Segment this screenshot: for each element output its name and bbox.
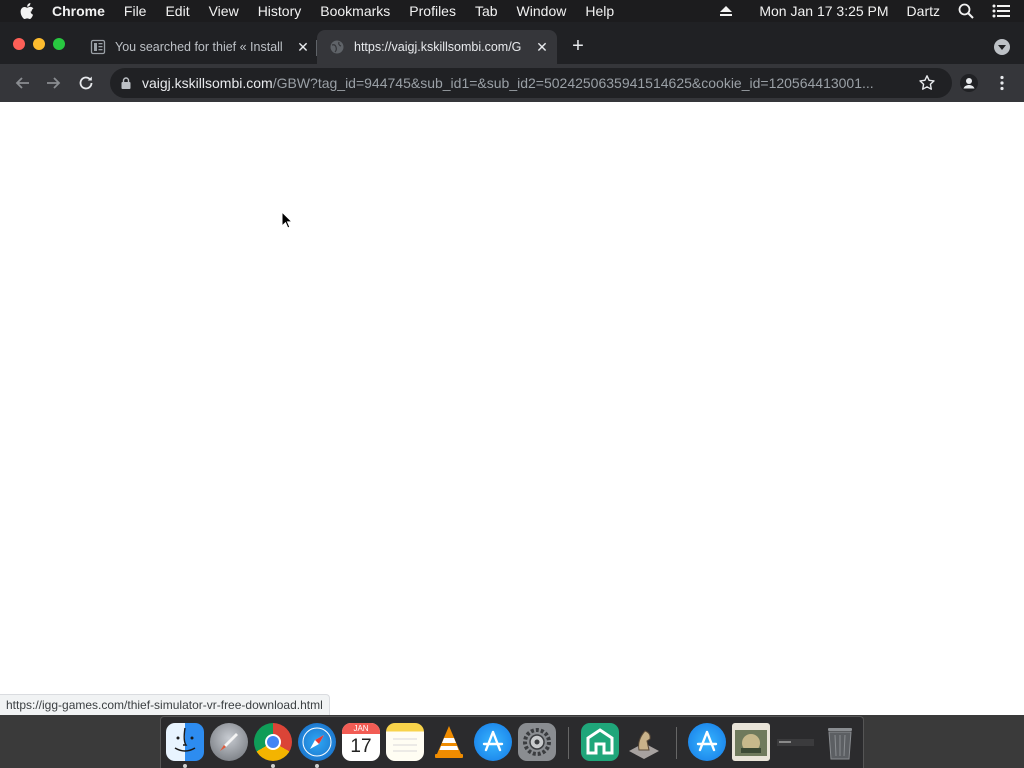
- minimized-window-icon[interactable]: [776, 723, 815, 761]
- tab-title: https://vaigj.kskillsombi.com/G: [354, 40, 522, 54]
- running-indicator: [183, 764, 187, 768]
- clock[interactable]: Mon Jan 17 3:25 PM: [759, 3, 888, 19]
- chrome-menu-button[interactable]: [991, 72, 1013, 94]
- finder-icon[interactable]: [166, 723, 204, 761]
- menu-bookmarks[interactable]: Bookmarks: [320, 3, 390, 19]
- tab-strip: You searched for thief « Install ✕ https…: [0, 22, 1024, 64]
- reload-icon: [79, 76, 93, 90]
- menu-tab[interactable]: Tab: [475, 3, 498, 19]
- url-host: vaigj.kskillsombi.com: [142, 75, 273, 91]
- tab-title: You searched for thief « Install: [115, 40, 283, 54]
- profile-avatar-icon: [960, 74, 978, 92]
- photo-icon[interactable]: [732, 723, 770, 761]
- close-tab-icon[interactable]: ✕: [534, 39, 550, 55]
- new-tab-button[interactable]: +: [568, 36, 588, 57]
- menu-file[interactable]: File: [124, 3, 147, 19]
- mouse-cursor-icon: [281, 211, 293, 229]
- chess-icon[interactable]: [625, 723, 663, 761]
- menu-bar: Chrome File Edit View History Bookmarks …: [0, 0, 1024, 22]
- url-path: /GBW?tag_id=944745&sub_id1=&sub_id2=5024…: [272, 75, 874, 91]
- page-icon: [90, 39, 106, 55]
- close-tab-icon[interactable]: ✕: [295, 39, 311, 55]
- back-button[interactable]: [11, 72, 33, 94]
- system-preferences-icon[interactable]: [518, 723, 556, 761]
- menu-app-chrome[interactable]: Chrome: [52, 3, 105, 19]
- app-store-icon[interactable]: [474, 723, 512, 761]
- vlc-icon[interactable]: [430, 723, 468, 761]
- menu-edit[interactable]: Edit: [165, 3, 189, 19]
- profile-button[interactable]: [958, 72, 980, 94]
- eject-icon[interactable]: [719, 5, 733, 17]
- menu-window[interactable]: Window: [517, 3, 567, 19]
- page-content[interactable]: [0, 102, 1024, 715]
- address-bar[interactable]: vaigj.kskillsombi.com/GBW?tag_id=944745&…: [110, 68, 952, 98]
- launchpad-icon[interactable]: [210, 723, 248, 761]
- notes-icon[interactable]: [386, 723, 424, 761]
- apple-icon[interactable]: [20, 3, 34, 19]
- status-bar-link: https://igg-games.com/thief-simulator-vr…: [0, 694, 330, 715]
- bookmark-star-icon[interactable]: [918, 74, 936, 92]
- forward-button[interactable]: [43, 72, 65, 94]
- minimize-window-button[interactable]: [33, 38, 45, 50]
- close-window-button[interactable]: [13, 38, 25, 50]
- running-indicator: [271, 764, 275, 768]
- menu-profiles[interactable]: Profiles: [409, 3, 456, 19]
- safari-icon[interactable]: [298, 723, 336, 761]
- trash-icon[interactable]: [821, 723, 859, 761]
- control-center-icon[interactable]: [992, 4, 1010, 18]
- tab-active-url[interactable]: https://vaigj.kskillsombi.com/G ✕: [317, 30, 557, 64]
- forward-arrow-icon: [47, 77, 61, 89]
- chrome-icon[interactable]: [254, 723, 292, 761]
- home-app-icon[interactable]: [581, 723, 619, 761]
- menu-view[interactable]: View: [209, 3, 239, 19]
- calendar-month: JAN: [342, 723, 380, 734]
- dock-divider: [676, 727, 677, 759]
- menu-history[interactable]: History: [258, 3, 302, 19]
- globe-icon: [330, 40, 344, 54]
- spotlight-icon[interactable]: [958, 3, 974, 19]
- calendar-day: 17: [350, 736, 372, 757]
- reload-button[interactable]: [75, 72, 97, 94]
- url-text[interactable]: vaigj.kskillsombi.com/GBW?tag_id=944745&…: [142, 75, 904, 91]
- user-name[interactable]: Dartz: [907, 3, 940, 19]
- kebab-menu-icon: [1000, 75, 1004, 91]
- running-indicator: [315, 764, 319, 768]
- lock-icon[interactable]: [121, 77, 131, 89]
- zoom-window-button[interactable]: [53, 38, 65, 50]
- dock-divider: [568, 727, 569, 759]
- calendar-icon[interactable]: JAN 17: [342, 723, 380, 761]
- tab-search-results[interactable]: You searched for thief « Install ✕: [82, 30, 316, 64]
- tab-search-icon[interactable]: [994, 39, 1010, 55]
- dock: JAN 17: [160, 716, 864, 768]
- browser-toolbar: vaigj.kskillsombi.com/GBW?tag_id=944745&…: [0, 64, 1024, 102]
- menu-help[interactable]: Help: [585, 3, 614, 19]
- back-arrow-icon: [15, 77, 29, 89]
- app-store-2-icon[interactable]: [688, 723, 726, 761]
